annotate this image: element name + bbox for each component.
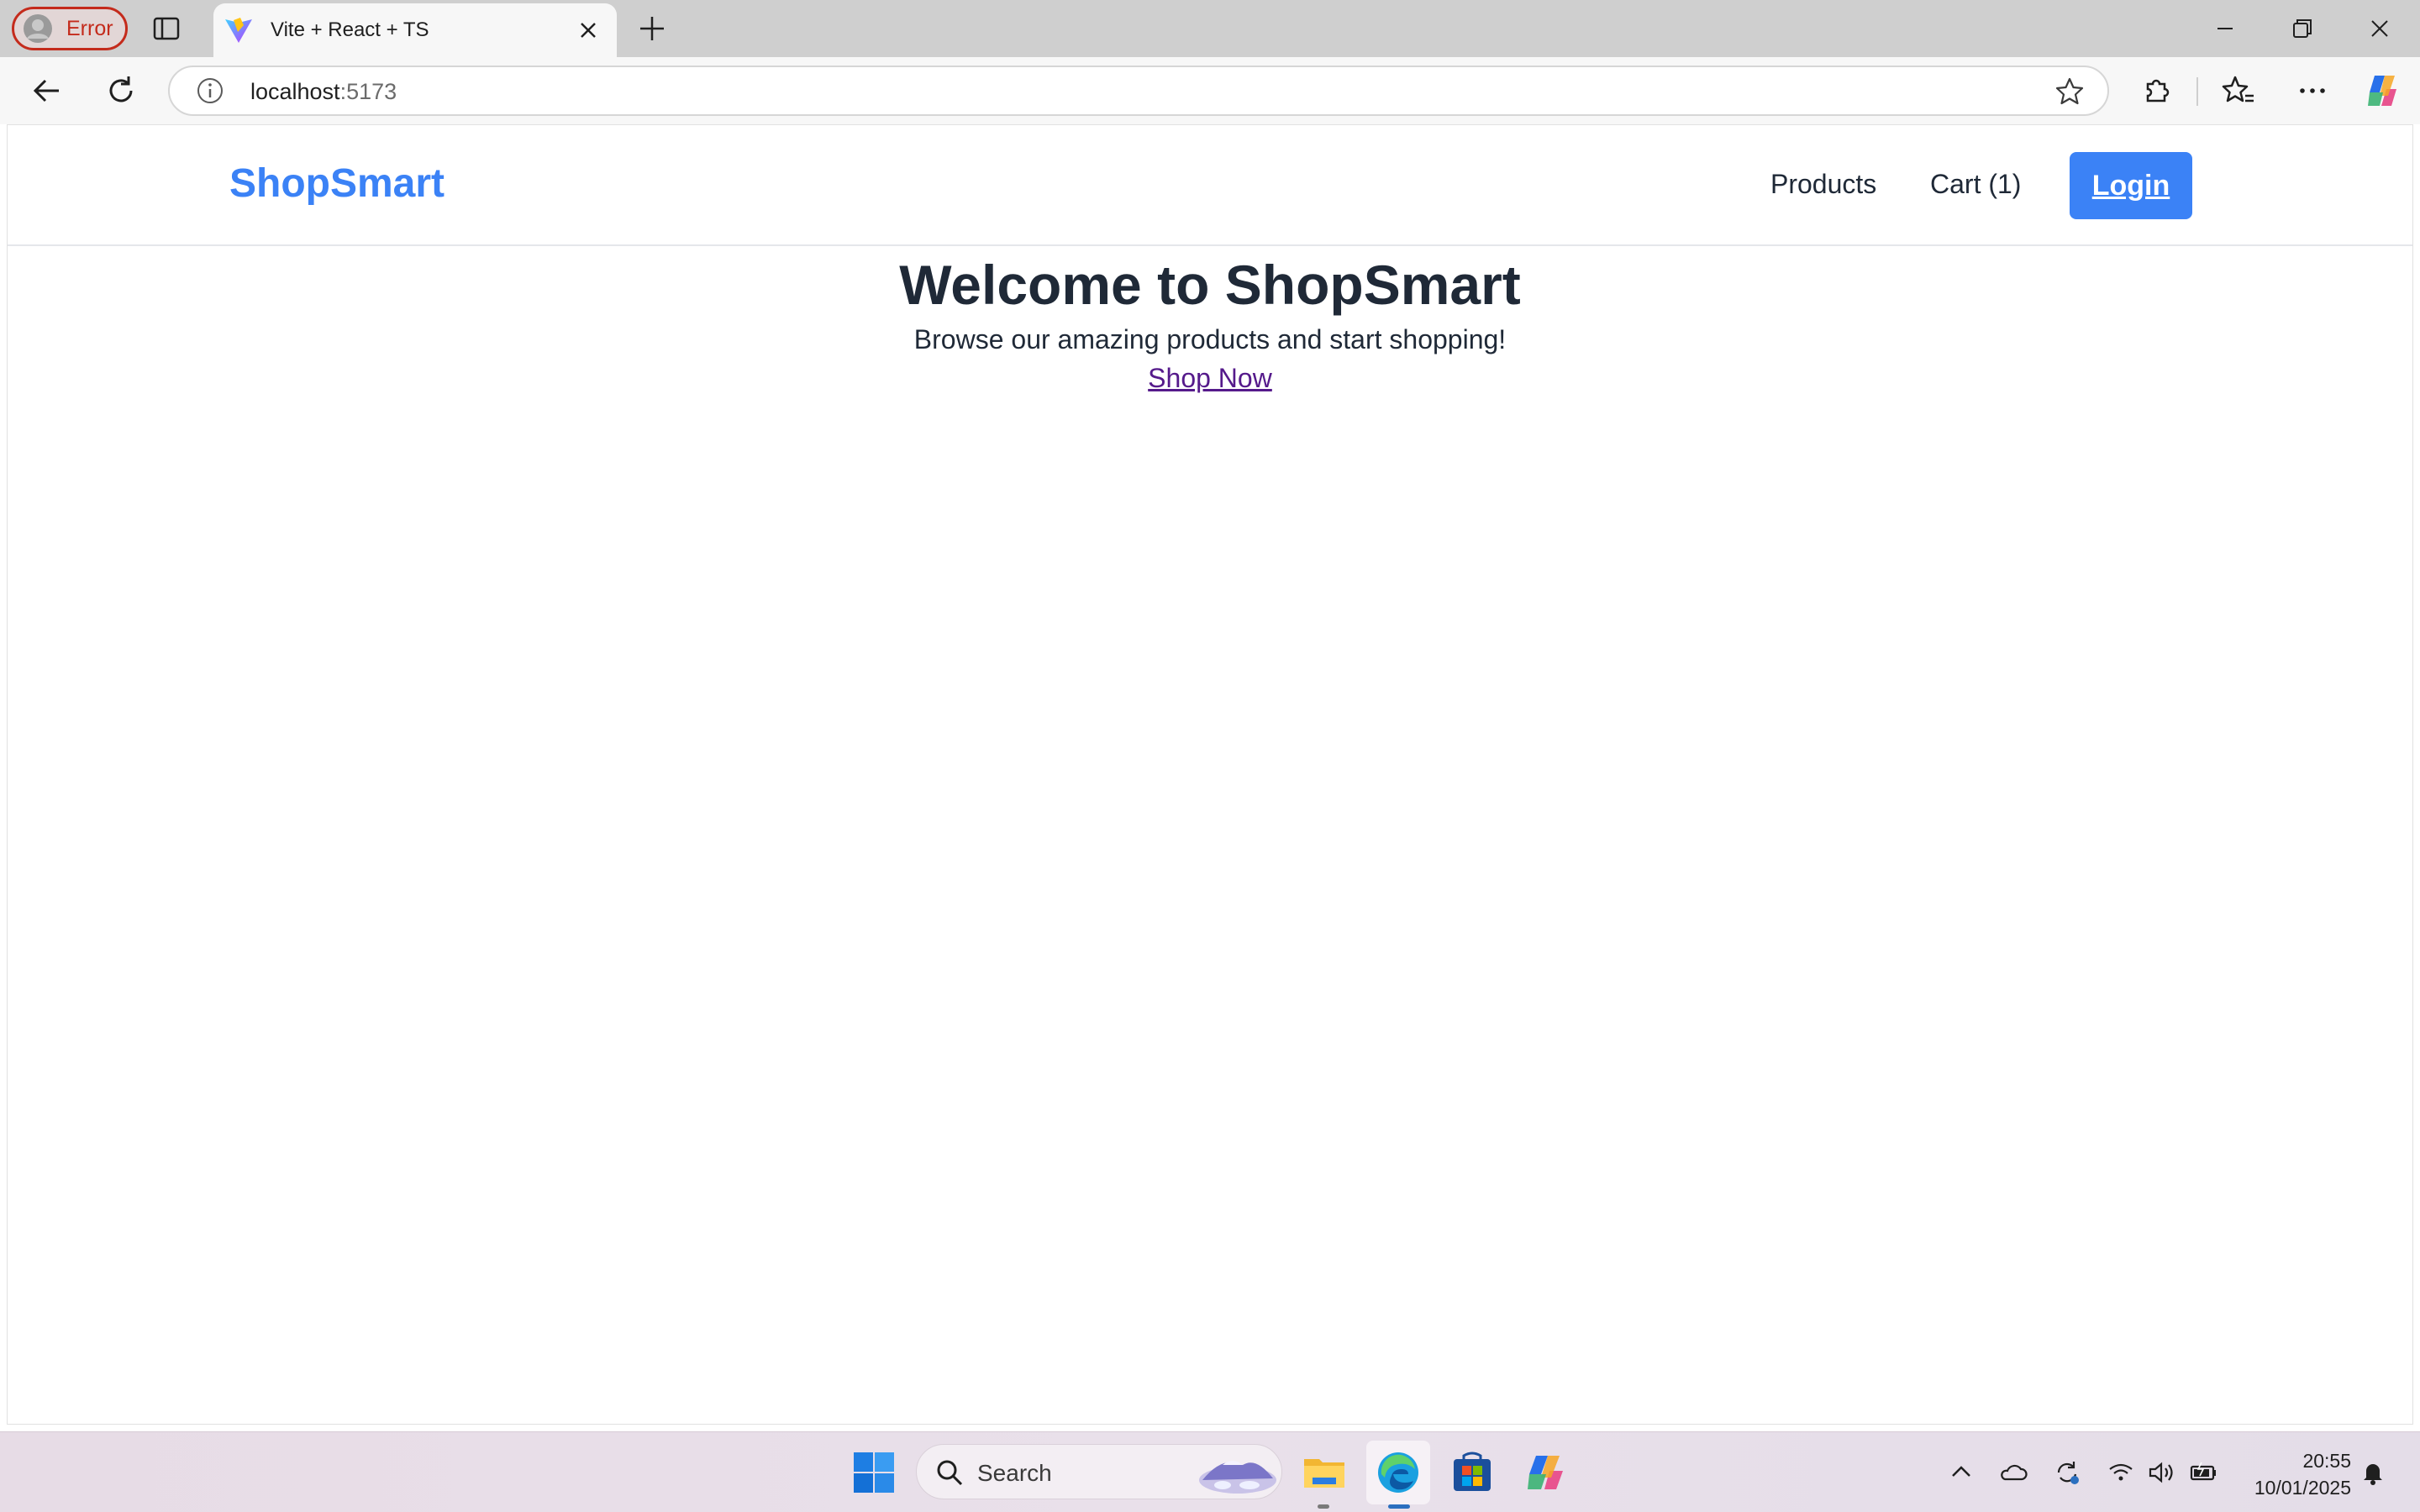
windows-start-icon[interactable] [850,1449,897,1496]
brand-logo-link[interactable]: ShopSmart [229,160,445,207]
sync-update-icon[interactable] [2052,1457,2082,1488]
file-explorer-icon[interactable] [1301,1449,1348,1496]
more-options-icon[interactable] [2294,72,2331,109]
page-viewport: ShopSmart Products Cart (1) Login Welcom… [7,124,2413,1425]
clock-date: 10/01/2025 [2254,1477,2351,1499]
copilot-icon[interactable] [2363,71,2403,111]
favorites-icon[interactable] [2220,72,2257,109]
search-icon [937,1460,963,1486]
browser-toolbar: localhost:5173 [0,57,2420,124]
nav-products-link[interactable]: Products [1770,169,1876,200]
clock-time: 20:55 [2302,1450,2351,1472]
notifications-bell-icon[interactable] [2358,1457,2388,1488]
new-tab-icon[interactable] [635,12,669,45]
url-host: localhost [250,79,340,104]
tab-title: Vite + React + TS [271,18,429,41]
active-tab[interactable]: Vite + React + TS [213,3,617,57]
hero-section: Welcome to ShopSmart Browse our amazing … [8,251,2412,397]
edge-active-indicator [1388,1504,1410,1509]
wifi-icon[interactable] [2106,1457,2136,1488]
profile-label: Error [66,16,113,40]
site-navbar: ShopSmart Products Cart (1) Login [8,125,2412,246]
volume-icon[interactable] [2146,1457,2176,1488]
url-text[interactable]: localhost:5173 [250,79,397,105]
shop-now-link[interactable]: Shop Now [1148,359,1272,397]
favorite-star-icon[interactable] [2054,76,2086,108]
profile-avatar-icon [24,14,52,43]
taskbar-search-box[interactable]: Search [916,1444,1282,1499]
microsoft-store-icon[interactable] [1449,1449,1496,1496]
url-port: :5173 [339,79,397,104]
reload-icon[interactable] [103,72,139,109]
window-close-icon[interactable] [2361,10,2398,47]
onedrive-cloud-icon[interactable] [1998,1457,2028,1488]
search-highlight-icon [1199,1461,1276,1494]
site-info-icon[interactable] [195,76,225,106]
nav-cart-link[interactable]: Cart (1) [1930,169,2021,200]
profile-button[interactable]: Error [12,7,128,50]
hero-title: Welcome to ShopSmart [899,254,1521,316]
screen: Error Vite + React + TS localhost:5173 S… [0,0,2420,1512]
edge-browser-icon[interactable] [1375,1449,1422,1496]
copilot-taskbar-icon[interactable] [1523,1449,1570,1496]
taskbar-clock[interactable]: 20:55 10/01/2025 [2235,1447,2351,1501]
back-icon[interactable] [29,72,66,109]
tab-actions-icon[interactable] [151,13,182,44]
restore-icon[interactable] [2284,10,2321,47]
battery-charging-icon[interactable] [2188,1457,2218,1488]
vite-favicon-icon [225,18,252,43]
show-hidden-icons-chevron-icon[interactable] [1946,1457,1976,1488]
taskbar-search-placeholder: Search [977,1460,1052,1486]
tab-close-icon[interactable] [573,15,603,45]
browser-tab-strip: Error Vite + React + TS [0,0,2420,57]
extensions-icon[interactable] [2138,72,2175,109]
hero-subtitle: Browse our amazing products and start sh… [913,324,1507,354]
explorer-running-indicator [1318,1504,1329,1509]
address-bar[interactable]: localhost:5173 [168,66,2109,116]
login-button[interactable]: Login [2070,152,2192,219]
windows-taskbar: Search 20:55 10/01/2025 [0,1431,2420,1512]
toolbar-divider [2196,77,2198,106]
minimize-icon[interactable] [2207,10,2244,47]
